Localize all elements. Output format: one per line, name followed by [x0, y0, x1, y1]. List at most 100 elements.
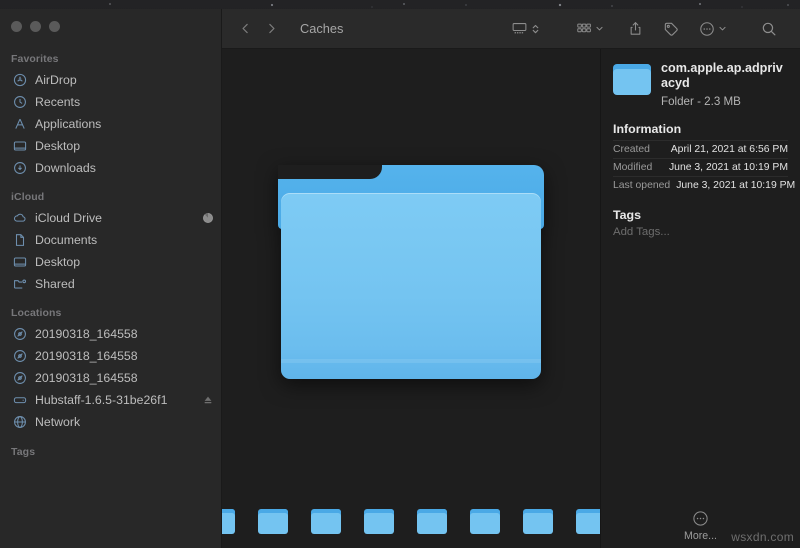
sidebar-group-icloud: iCloud iCloud Drive [0, 191, 221, 295]
downloads-icon [13, 161, 27, 175]
filmstrip-item[interactable] [359, 500, 399, 542]
chevron-left-icon [239, 22, 252, 35]
sidebar-item-disk-3[interactable]: 20190318_164558 [0, 367, 221, 389]
more-actions-button[interactable] [694, 16, 732, 42]
share-icon [628, 21, 643, 37]
group-by-button[interactable] [571, 16, 609, 42]
forward-button[interactable] [258, 16, 284, 42]
tag-icon [663, 21, 679, 37]
sidebar-item-icloud-drive[interactable]: iCloud Drive [0, 207, 221, 229]
window-controls[interactable] [11, 21, 60, 32]
gallery-view [222, 49, 600, 548]
search-icon [761, 21, 777, 37]
view-mode-button[interactable] [506, 16, 545, 42]
info-row-last-opened: Last opened June 3, 2021 at 10:19 PM [613, 176, 788, 194]
sidebar-group-locations: Locations 20190318_164558 [0, 307, 221, 433]
filmstrip-item[interactable] [253, 500, 293, 542]
sidebar-item-label: Network [35, 415, 80, 429]
sidebar-item-label: Downloads [35, 161, 96, 175]
sidebar-item-airdrop[interactable]: AirDrop [0, 69, 221, 91]
sidebar-header-icloud: iCloud [0, 191, 221, 207]
chevron-right-icon [265, 22, 278, 35]
info-row-created: Created April 21, 2021 at 6:56 PM [613, 140, 788, 158]
shared-folder-icon [13, 277, 27, 291]
watermark: wsxdn.com [731, 530, 794, 544]
filmstrip-item[interactable] [518, 500, 558, 542]
info-row-key: Modified [613, 162, 652, 173]
sidebar-item-label: AirDrop [35, 73, 77, 87]
disk-image-icon [13, 371, 27, 385]
sidebar-item-documents[interactable]: Documents [0, 229, 221, 251]
sidebar-item-shared[interactable]: Shared [0, 273, 221, 295]
sidebar-item-applications[interactable]: Applications [0, 113, 221, 135]
chevron-down-icon [718, 24, 727, 33]
sidebar-item-label: 20190318_164558 [35, 327, 138, 341]
add-tags-field[interactable]: Add Tags... [613, 226, 788, 238]
info-panel: com.apple.ap.adprivacyd Folder - 2.3 MB … [600, 49, 800, 548]
document-icon [13, 233, 27, 247]
sidebar-header-locations: Locations [0, 307, 221, 323]
minimize-button[interactable] [30, 21, 41, 32]
clock-icon [13, 95, 27, 109]
eject-button[interactable] [203, 395, 213, 405]
sidebar-header-favorites: Favorites [0, 53, 221, 69]
desktop-icon [13, 139, 27, 153]
zoom-button[interactable] [49, 21, 60, 32]
preview-pane [222, 49, 600, 494]
sidebar-item-label: 20190318_164558 [35, 349, 138, 363]
filmstrip-item[interactable] [222, 500, 240, 542]
sidebar-group-favorites: Favorites AirDrop Recents [0, 53, 221, 179]
page-title: Caches [300, 21, 343, 36]
sidebar-header-tags: Tags [0, 446, 221, 462]
gallery-view-icon [511, 21, 528, 36]
filmstrip-item[interactable] [571, 500, 600, 542]
back-button[interactable] [232, 16, 258, 42]
info-title: com.apple.ap.adprivacyd [661, 61, 788, 91]
close-button[interactable] [11, 21, 22, 32]
sidebar: Favorites AirDrop Recents [0, 9, 222, 548]
sidebar-item-label: Recents [35, 95, 80, 109]
chevron-down-icon [595, 24, 604, 33]
filmstrip[interactable] [222, 494, 600, 548]
applications-icon [13, 117, 27, 131]
filmstrip-item[interactable] [412, 500, 452, 542]
more-button-label: More... [684, 530, 717, 542]
disk-image-icon [13, 327, 27, 341]
more-actions-icon [699, 21, 715, 37]
toolbar: Caches [222, 9, 800, 49]
sidebar-item-label: Applications [35, 117, 101, 131]
sidebar-item-label: Desktop [35, 255, 80, 269]
stepper-icon [531, 22, 540, 36]
filmstrip-item[interactable] [465, 500, 505, 542]
info-row-value: April 21, 2021 at 6:56 PM [671, 144, 788, 155]
sidebar-item-downloads[interactable]: Downloads [0, 157, 221, 179]
sidebar-item-hubstaff-volume[interactable]: Hubstaff-1.6.5-31be26f1 [0, 389, 221, 411]
sidebar-item-disk-2[interactable]: 20190318_164558 [0, 345, 221, 367]
info-row-key: Last opened [613, 180, 670, 191]
sidebar-item-label: Documents [35, 233, 97, 247]
sidebar-item-label: Hubstaff-1.6.5-31be26f1 [35, 393, 167, 407]
disk-image-icon [13, 349, 27, 363]
info-row-value: June 3, 2021 at 10:19 PM [676, 180, 795, 191]
sidebar-item-icloud-desktop[interactable]: Desktop [0, 251, 221, 273]
folder-icon[interactable] [278, 165, 544, 379]
network-icon [13, 415, 27, 429]
tag-button[interactable] [658, 16, 684, 42]
cloud-icon [13, 211, 27, 225]
share-button[interactable] [623, 16, 648, 42]
info-row-value: June 3, 2021 at 10:19 PM [669, 162, 788, 173]
info-row-modified: Modified June 3, 2021 at 10:19 PM [613, 158, 788, 176]
sidebar-item-disk-1[interactable]: 20190318_164558 [0, 323, 221, 345]
info-subtitle: Folder - 2.3 MB [661, 95, 788, 108]
eject-icon [203, 395, 213, 405]
sidebar-item-desktop[interactable]: Desktop [0, 135, 221, 157]
group-by-icon [576, 21, 592, 36]
sidebar-item-network[interactable]: Network [0, 411, 221, 433]
search-button[interactable] [756, 16, 782, 42]
sidebar-item-label: Shared [35, 277, 75, 291]
filmstrip-item[interactable] [306, 500, 346, 542]
sidebar-item-recents[interactable]: Recents [0, 91, 221, 113]
info-header: com.apple.ap.adprivacyd Folder - 2.3 MB [613, 61, 788, 108]
tags-section-header: Tags [613, 208, 788, 222]
airdrop-icon [13, 73, 27, 87]
